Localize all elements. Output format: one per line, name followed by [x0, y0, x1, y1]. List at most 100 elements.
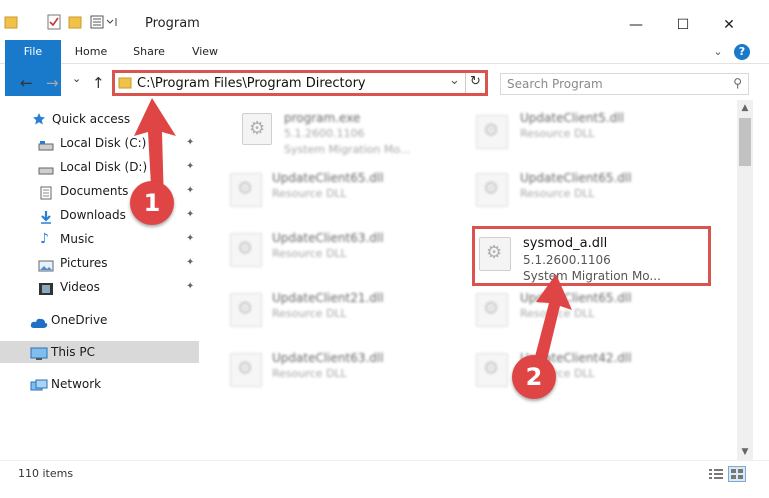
dll-file-icon [476, 115, 508, 149]
back-button[interactable]: ← [20, 74, 33, 92]
sidebar-item-music[interactable]: ♪ Music ✦ [0, 228, 199, 250]
large-icons-view-icon[interactable] [728, 466, 746, 482]
file-name: UpdateClient63.dll [272, 231, 384, 245]
tab-view[interactable]: View [182, 40, 228, 64]
file-item[interactable]: UpdateClient65.dll Resource DLL [456, 165, 696, 221]
videos-icon [38, 281, 53, 295]
file-item[interactable]: UpdateClient63.dll Resource DLL [204, 345, 444, 401]
file-version: Resource DLL [272, 247, 347, 260]
star-icon [32, 111, 46, 125]
file-item[interactable]: UpdateClient42.dll Resource DLL [456, 345, 696, 401]
search-box[interactable]: ⚲ [500, 73, 749, 95]
sidebar-item-videos[interactable]: Videos ✦ [0, 276, 199, 298]
scroll-down-icon[interactable]: ▼ [737, 444, 753, 460]
window-title: Program [145, 16, 200, 31]
sidebar-item-label: Music [60, 232, 95, 246]
file-item[interactable]: UpdateClient21.dll Resource DLL [204, 285, 444, 341]
pictures-icon [38, 257, 54, 272]
dll-file-icon [230, 353, 262, 387]
file-version: 5.1.2600.1106 [523, 253, 611, 267]
sidebar-item-label: Videos [60, 280, 100, 294]
file-version: Resource DLL [520, 127, 595, 140]
sidebar-item-label: Downloads [60, 208, 126, 222]
dll-file-icon [476, 293, 508, 327]
item-count: 110 items [18, 467, 74, 480]
network-icon [30, 378, 48, 391]
computer-icon [30, 346, 48, 360]
sidebar-item-label: OneDrive [51, 313, 108, 327]
file-name: UpdateClient21.dll [272, 291, 384, 305]
sidebar-item-this-pc[interactable]: This PC [0, 341, 199, 363]
file-version: Resource DLL [272, 367, 347, 380]
file-version: 5.1.2600.1106 [284, 127, 365, 140]
music-icon: ♪ [40, 231, 49, 247]
forward-button[interactable]: → [46, 74, 59, 92]
expand-ribbon-icon[interactable]: ⌄ [708, 40, 728, 64]
ribbon-tabs: File Home Share View ⌄ ? [0, 40, 769, 96]
tab-home[interactable]: Home [68, 40, 114, 64]
file-item-sysmod-a-dll[interactable]: sysmod_a.dll 5.1.2600.1106 System Migrat… [472, 226, 711, 286]
exe-file-icon [242, 113, 272, 145]
help-icon[interactable]: ? [734, 44, 750, 60]
sidebar-item-label: Quick access [52, 112, 131, 126]
scroll-up-icon[interactable]: ▲ [737, 100, 753, 116]
file-description: System Migration Mo... [284, 143, 411, 156]
recent-locations-button[interactable]: ⌄ [72, 72, 81, 85]
search-input[interactable] [507, 74, 727, 94]
dll-file-icon [230, 293, 262, 327]
refresh-icon[interactable]: ↻ [470, 74, 481, 89]
documents-icon [40, 185, 54, 200]
sidebar-item-label: Pictures [60, 256, 108, 270]
address-divider [465, 73, 466, 93]
close-button[interactable]: ✕ [706, 10, 752, 40]
vertical-scrollbar[interactable]: ▲ ▼ [737, 100, 753, 460]
customize-toolbar-icon[interactable] [90, 14, 120, 30]
sidebar-item-label: Documents [60, 184, 129, 198]
scrollbar-thumb[interactable] [739, 118, 751, 166]
cloud-icon [30, 314, 48, 328]
file-name: UpdateClient65.dll [520, 171, 632, 185]
file-item[interactable]: UpdateClient65.dll Resource DLL [204, 165, 444, 221]
dll-file-icon [479, 237, 511, 271]
step-badge-1: 1 [130, 181, 174, 225]
dll-file-icon [476, 173, 508, 207]
file-version: Resource DLL [520, 187, 595, 200]
file-item[interactable]: UpdateClient5.dll Resource DLL [456, 105, 696, 161]
downloads-icon [39, 209, 53, 224]
dll-file-icon [476, 353, 508, 387]
file-name: UpdateClient63.dll [272, 351, 384, 365]
file-item[interactable]: program.exe 5.1.2600.1106 System Migrati… [210, 105, 450, 161]
minimize-button[interactable]: — [613, 10, 659, 40]
sidebar-item-onedrive[interactable]: OneDrive [0, 309, 199, 331]
up-button[interactable]: ↑ [92, 74, 105, 92]
status-bar: 110 items [0, 460, 769, 498]
maximize-button[interactable]: ☐ [660, 10, 706, 40]
sidebar-item-label: This PC [51, 345, 95, 359]
step-badge-2: 2 [512, 355, 556, 399]
pin-icon: ✦ [186, 233, 195, 244]
drive-icon [38, 161, 54, 175]
file-version: Resource DLL [272, 307, 347, 320]
properties-icon[interactable] [47, 14, 61, 30]
tab-share[interactable]: Share [126, 40, 172, 64]
search-icon: ⚲ [733, 76, 742, 90]
new-folder-icon[interactable] [68, 14, 82, 30]
navigation-bar: ← → ⌄ ↑ C:\Program Files\Program Directo… [0, 66, 769, 100]
file-list: program.exe 5.1.2600.1106 System Migrati… [200, 105, 737, 460]
file-name: UpdateClient5.dll [520, 111, 624, 125]
sidebar-item-network[interactable]: Network [0, 373, 199, 395]
file-name: UpdateClient65.dll [272, 171, 384, 185]
folder-icon [118, 76, 132, 93]
address-dropdown-icon[interactable]: ⌄ [449, 73, 460, 88]
title-bar: Program — ☐ ✕ [0, 0, 769, 40]
pin-icon: ✦ [186, 281, 195, 292]
file-item[interactable]: UpdateClient63.dll Resource DLL [204, 225, 444, 281]
folder-icon [4, 14, 18, 30]
file-name: sysmod_a.dll [523, 236, 608, 251]
file-item[interactable]: UpdateClient65.dll Resource DLL [456, 285, 696, 341]
sidebar-item-pictures[interactable]: Pictures ✦ [0, 252, 199, 274]
file-name: program.exe [284, 111, 361, 125]
details-view-icon[interactable] [708, 467, 724, 484]
address-path[interactable]: C:\Program Files\Program Directory [137, 76, 366, 91]
dll-file-icon [230, 173, 262, 207]
